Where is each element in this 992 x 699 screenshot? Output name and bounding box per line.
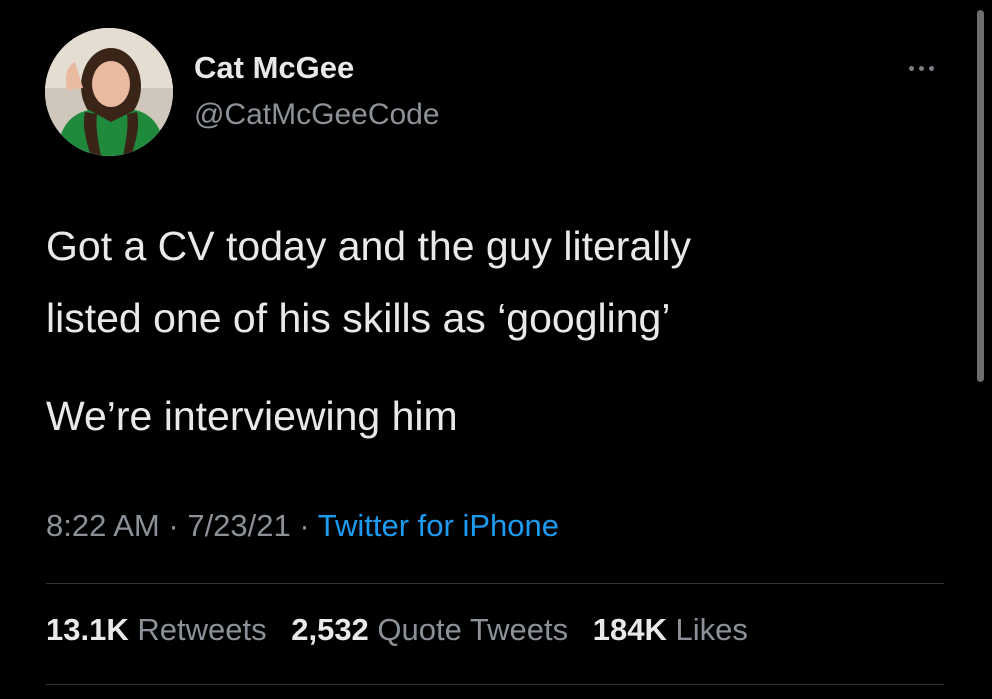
tweet-text-line: Got a CV today and the guy literally (46, 223, 691, 269)
scrollbar[interactable] (977, 10, 984, 382)
divider (46, 583, 944, 584)
tweet-card: Cat McGee @CatMcGeeCode Got a CV today a… (0, 0, 992, 699)
author-name[interactable]: Cat McGee (194, 50, 354, 86)
tweet-time[interactable]: 8:22 AM (46, 508, 160, 543)
retweets-stat[interactable]: 13.1K Retweets (46, 612, 267, 647)
avatar-photo (45, 28, 173, 156)
meta-separator: · (299, 508, 310, 543)
tweet-source-link[interactable]: Twitter for iPhone (318, 508, 559, 543)
author-handle[interactable]: @CatMcGeeCode (194, 98, 440, 132)
likes-count: 184K (592, 612, 667, 647)
quote-tweets-count: 2,532 (291, 612, 369, 647)
tweet-date[interactable]: 7/23/21 (187, 508, 290, 543)
more-dot (929, 66, 934, 71)
more-dot (909, 66, 914, 71)
likes-stat[interactable]: 184K Likes (593, 612, 748, 647)
more-dot (919, 66, 924, 71)
quote-tweets-stat[interactable]: 2,532 Quote Tweets (291, 612, 568, 647)
likes-label: Likes (675, 612, 748, 647)
meta-separator: · (168, 508, 179, 543)
avatar[interactable] (45, 28, 173, 156)
retweets-label: Retweets (137, 612, 267, 647)
tweet-stats: 13.1K Retweets 2,532 Quote Tweets 184K L… (46, 612, 764, 648)
divider (46, 684, 944, 685)
more-options-icon[interactable] (902, 56, 942, 80)
tweet-meta: 8:22 AM · 7/23/21 · Twitter for iPhone (46, 508, 559, 544)
tweet-text-line: listed one of his skills as ‘googling’ (46, 295, 671, 341)
quote-tweets-label: Quote Tweets (377, 612, 569, 647)
retweets-count: 13.1K (46, 612, 129, 647)
tweet-text-line: We’re interviewing him (46, 393, 458, 439)
